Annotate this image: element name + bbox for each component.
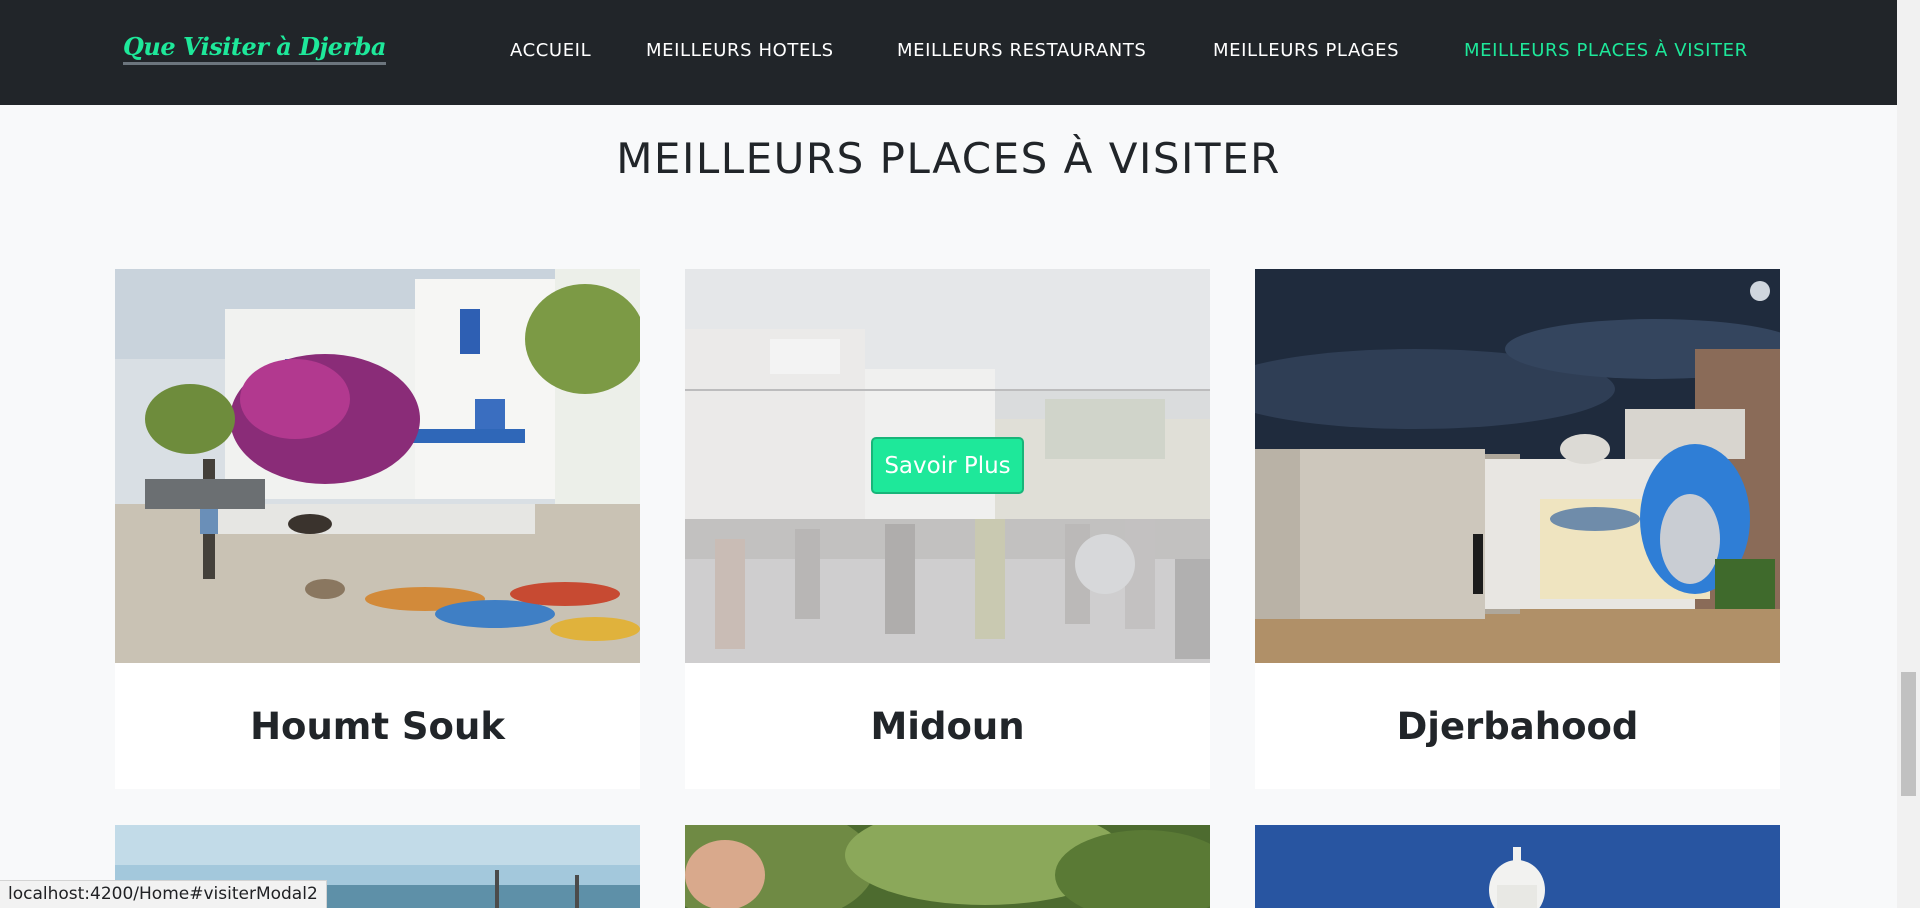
- place-photo-row2-3: [1255, 825, 1780, 908]
- place-photo-houmt-souk: [115, 269, 640, 663]
- place-name: Midoun: [870, 704, 1025, 748]
- scrollbar-thumb[interactable]: [1901, 672, 1916, 796]
- place-card-midoun[interactable]: Savoir Plus Midoun: [685, 269, 1210, 789]
- place-photo-djerbahood: [1255, 269, 1780, 663]
- place-card-djerbahood[interactable]: Djerbahood: [1255, 269, 1780, 789]
- place-card-row2-3[interactable]: [1255, 825, 1780, 908]
- browser-status-url: localhost:4200/Home#visiterModal2: [0, 880, 327, 908]
- page-scrollbar[interactable]: [1897, 0, 1920, 908]
- place-photo-row2-2: [685, 825, 1210, 908]
- nav-meilleurs-hotels[interactable]: MEILLEURS HOTELS: [646, 40, 834, 62]
- nav-accueil[interactable]: ACCUEIL: [510, 40, 591, 62]
- place-card-houmt-souk[interactable]: Houmt Souk: [115, 269, 640, 789]
- savoir-plus-button[interactable]: Savoir Plus: [871, 437, 1024, 494]
- nav-meilleurs-plages[interactable]: MEILLEURS PLAGES: [1213, 40, 1399, 62]
- brand-logo[interactable]: Que Visiter à Djerba: [123, 33, 386, 65]
- place-photo-midoun: Savoir Plus: [685, 269, 1210, 663]
- place-name: Houmt Souk: [250, 704, 505, 748]
- place-name: Djerbahood: [1396, 704, 1639, 748]
- nav-meilleurs-places-a-visiter[interactable]: MEILLEURS PLACES À VISITER: [1464, 40, 1748, 62]
- nav-meilleurs-restaurants[interactable]: MEILLEURS RESTAURANTS: [897, 40, 1146, 62]
- navbar: Que Visiter à Djerba ACCUEIL MEILLEURS H…: [0, 0, 1897, 105]
- place-card-row2-2[interactable]: [685, 825, 1210, 908]
- section-title: MEILLEURS PLACES À VISITER: [616, 134, 1281, 183]
